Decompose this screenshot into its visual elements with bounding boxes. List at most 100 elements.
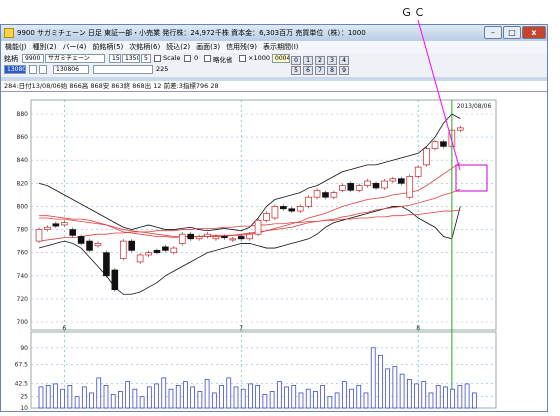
price-tick-label: 880 (17, 111, 29, 118)
digit-button-4[interactable]: 4 (339, 56, 349, 65)
app-icon (4, 28, 14, 38)
volume-bar (276, 381, 282, 409)
volume-bar (443, 386, 448, 409)
date-field[interactable]: 130806 (4, 65, 26, 74)
candlestick (280, 206, 287, 210)
maximize-button[interactable]: □ (503, 26, 521, 39)
counter-field: 0004 (272, 54, 290, 63)
volume-bar (305, 388, 311, 409)
volume-bar (262, 394, 268, 409)
volume-bar (341, 381, 347, 409)
candlestick (456, 127, 464, 131)
volume-tick-label: 25 (20, 394, 28, 401)
zero-checkbox[interactable] (184, 55, 191, 62)
bollinger-lower-line (38, 206, 461, 295)
menu-item[interactable]: 機能(J) (5, 42, 27, 52)
candlestick (347, 182, 355, 191)
code-field[interactable]: 9900 (22, 54, 44, 63)
volume-bar (190, 386, 195, 409)
digit-button-7[interactable]: 7 (315, 66, 325, 75)
volume-bar (385, 368, 390, 409)
name-field[interactable]: サガミチェーン (45, 54, 105, 63)
candlestick (77, 236, 85, 244)
menu-bar: 機能(J) 種別(2) バー(4) 前銘柄(5) 次銘柄(6) 読込(2) 画面… (1, 41, 547, 53)
candlestick (94, 243, 102, 247)
candlestick (423, 148, 430, 166)
annotation-label: ＧＣ (401, 6, 427, 19)
main-window: 9900 サガミチェーン 日足 東証一部・小売業 発行株：24,972千株 資本… (0, 24, 548, 412)
volume-bar (103, 385, 109, 409)
digit-button-8[interactable]: 8 (327, 66, 337, 75)
volume-bar (349, 388, 354, 409)
candlestick (288, 208, 296, 212)
volume-bar (60, 388, 65, 409)
menu-item[interactable]: バー(4) (62, 42, 86, 52)
multiplier-checkbox[interactable] (239, 55, 246, 62)
candlestick (431, 141, 439, 150)
digit-button-0[interactable]: 0 (291, 56, 301, 65)
date-spin-minus[interactable] (29, 65, 37, 74)
ohlc-info-line: 284:日付13/08/06始 866高 868安 863終 868出 12 前… (1, 81, 547, 91)
scale-checkbox[interactable] (154, 55, 161, 62)
date-tick-label: 8 (416, 325, 420, 332)
menu-item[interactable]: 次銘柄(6) (129, 42, 160, 52)
volume-bar (53, 383, 58, 409)
digit-button-6[interactable]: 6 (303, 66, 313, 75)
volume-bar (471, 392, 477, 409)
candlestick (322, 192, 329, 198)
candlestick (103, 252, 110, 277)
price-field[interactable]: 1350 (122, 54, 140, 63)
menu-item[interactable]: 画面(3) (196, 42, 220, 52)
volume-bar (320, 385, 325, 409)
volume-bar (89, 392, 94, 409)
menu-item[interactable]: 表示期間(I) (263, 42, 299, 52)
price-tick-label: 700 (17, 319, 29, 326)
volume-bar (233, 386, 239, 409)
digit-button-5[interactable]: 5 (291, 66, 301, 75)
volume-bar (248, 383, 253, 409)
date-select[interactable]: 130806 (53, 65, 89, 74)
candlestick (178, 233, 186, 244)
menu-item[interactable]: 信用残(9) (226, 42, 257, 52)
date-scrollbar[interactable] (93, 65, 153, 74)
digit-button-3[interactable]: 3 (327, 56, 337, 65)
candlestick (204, 233, 211, 237)
digit-button-9[interactable]: 9 (339, 66, 349, 75)
minimize-button[interactable]: – (484, 26, 502, 39)
candlestick (364, 180, 371, 186)
range-field[interactable]: 15 (109, 54, 121, 63)
candlestick (35, 229, 43, 242)
candlestick (305, 196, 312, 207)
menu-item[interactable]: 種別(2) (33, 42, 57, 52)
volume-bar (211, 392, 217, 409)
menu-item[interactable]: 前銘柄(5) (92, 42, 123, 52)
title-bar[interactable]: 9900 サガミチェーン 日足 東証一部・小売業 発行株：24,972千株 資本… (1, 25, 547, 41)
log-checkbox[interactable] (204, 55, 211, 62)
candlestick (86, 240, 93, 251)
price-tick-label: 800 (17, 203, 29, 210)
volume-tick-label: 67.5 (15, 362, 29, 369)
menu-item[interactable]: 読込(2) (166, 42, 190, 52)
candlestick (69, 229, 77, 236)
candlestick (44, 226, 51, 230)
step-field[interactable]: 5 (141, 54, 151, 63)
volume-tick-label: 90 (20, 345, 28, 352)
volume-bar (414, 383, 419, 409)
volume-bar (168, 388, 174, 409)
digit-button-2[interactable]: 2 (315, 56, 325, 65)
close-button[interactable]: x (522, 26, 546, 39)
digit-button-1[interactable]: 1 (303, 56, 313, 65)
volume-tick-label: 10 (20, 405, 28, 412)
volume-bar (378, 354, 383, 409)
volume-bar (240, 388, 246, 409)
candlestick (389, 178, 397, 182)
candlestick (372, 182, 380, 189)
candlestick (229, 238, 237, 241)
chart-pane[interactable]: 700 720 740 760 780 800 820 840 860 880 10 25 42.5 67… (1, 91, 547, 412)
volume-bar (421, 381, 427, 409)
price-tick-label: 720 (17, 296, 29, 303)
date-spin-plus[interactable] (39, 65, 47, 74)
chart-date-label: 2013/08/06 (457, 103, 492, 110)
volume-bar (464, 383, 470, 409)
candlestick (398, 178, 405, 184)
